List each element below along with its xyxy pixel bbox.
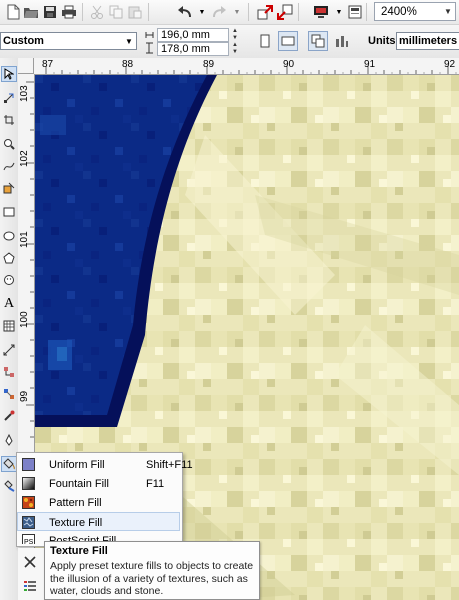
export-icon[interactable] bbox=[276, 3, 294, 21]
toolbar-separator bbox=[298, 3, 299, 21]
ruler-label: 88 bbox=[122, 59, 134, 70]
ruler-label: 92 bbox=[444, 59, 456, 70]
portrait-orientation-icon[interactable] bbox=[255, 31, 275, 51]
chevron-down-icon: ▼ bbox=[444, 7, 452, 16]
save-icon[interactable] bbox=[41, 3, 59, 21]
ellipse-tool-icon[interactable] bbox=[1, 228, 17, 244]
polygon-tool-icon[interactable] bbox=[1, 250, 17, 266]
ruler-label: 91 bbox=[364, 59, 376, 70]
menu-item-texture-fill[interactable]: Texture Fill bbox=[17, 512, 180, 531]
paste-icon[interactable] bbox=[126, 3, 144, 21]
menu-item-fountain-fill[interactable]: Fountain Fill F11 bbox=[18, 474, 179, 493]
menu-item-uniform-fill[interactable]: Uniform Fill Shift+F11 bbox=[18, 455, 193, 474]
interactive-fill-tool-icon[interactable] bbox=[1, 478, 17, 494]
toolbar-separator bbox=[148, 3, 149, 21]
menu-item-pattern-fill[interactable]: Pattern Fill bbox=[18, 493, 179, 512]
height-spinner-icon[interactable]: ▲ ▼ bbox=[230, 42, 240, 56]
tooltip-title: Texture Fill bbox=[50, 545, 108, 557]
dimension-tool-icon[interactable] bbox=[1, 342, 17, 358]
fill-tool-icon[interactable] bbox=[1, 456, 17, 472]
ruler-origin-corner[interactable] bbox=[18, 58, 34, 74]
menu-item-shortcut: Shift+F11 bbox=[146, 459, 193, 471]
standard-toolbar: ▼ ▼ ▼ 2400% ▼ bbox=[0, 0, 459, 25]
no-fill-icon[interactable] bbox=[22, 554, 38, 570]
landscape-orientation-icon[interactable] bbox=[278, 31, 298, 51]
freehand-tool-icon[interactable] bbox=[1, 158, 17, 174]
svg-text:PS: PS bbox=[24, 539, 34, 544]
undo-icon[interactable] bbox=[176, 3, 194, 21]
welcome-screen-icon[interactable] bbox=[346, 3, 364, 21]
page-height-icon bbox=[146, 42, 153, 54]
ruler-label: 103 bbox=[19, 85, 30, 102]
basic-shapes-tool-icon[interactable] bbox=[1, 272, 17, 288]
cut-icon[interactable] bbox=[88, 3, 106, 21]
texture-fill-tooltip: Texture Fill Apply preset texture fills … bbox=[44, 541, 260, 600]
undo-dropdown-icon[interactable]: ▼ bbox=[193, 3, 211, 21]
copy-icon[interactable] bbox=[107, 3, 125, 21]
eyedropper-tool-icon[interactable] bbox=[1, 408, 17, 424]
text-tool-icon[interactable]: A bbox=[1, 296, 17, 312]
open-folder-icon[interactable] bbox=[22, 3, 40, 21]
units-combo[interactable]: millimeters bbox=[396, 32, 459, 50]
all-pages-layout-icon[interactable] bbox=[308, 31, 328, 51]
shape-tool-icon[interactable] bbox=[1, 90, 17, 106]
page-size-preset-value: Custom bbox=[3, 35, 44, 47]
crop-tool-icon[interactable] bbox=[1, 112, 17, 128]
ruler-label: 87 bbox=[42, 59, 54, 70]
ruler-label: 89 bbox=[203, 59, 215, 70]
toolbar-separator bbox=[82, 3, 83, 21]
menu-item-label: Uniform Fill bbox=[49, 459, 105, 471]
page-size-preset-combo[interactable]: Custom ▼ bbox=[0, 32, 137, 50]
rectangle-tool-icon[interactable] bbox=[1, 204, 17, 220]
property-bar: Custom ▼ 196,0 mm ▲ ▼ 178,0 mm ▲ ▼ Units: … bbox=[0, 25, 459, 59]
ruler-label: 101 bbox=[19, 231, 30, 248]
redo-icon[interactable] bbox=[210, 3, 228, 21]
import-icon[interactable] bbox=[256, 3, 274, 21]
width-spinner-icon[interactable]: ▲ ▼ bbox=[230, 28, 240, 42]
ruler-label: 99 bbox=[19, 390, 30, 402]
redo-dropdown-icon[interactable]: ▼ bbox=[228, 3, 246, 21]
fill-flyout-lower-strip bbox=[18, 548, 44, 600]
page-height-field[interactable]: 178,0 mm bbox=[157, 42, 229, 56]
new-document-icon[interactable] bbox=[4, 3, 22, 21]
outline-pen-tool-icon[interactable] bbox=[1, 432, 17, 448]
ruler-label: 90 bbox=[283, 59, 295, 70]
blend-tool-icon[interactable] bbox=[1, 386, 17, 402]
horizontal-ruler[interactable]: 87 88 89 90 91 92 bbox=[18, 58, 459, 75]
zoom-level-combo[interactable]: 2400% ▼ bbox=[374, 2, 456, 21]
ruler-label: 102 bbox=[19, 150, 30, 167]
smart-fill-tool-icon[interactable] bbox=[1, 180, 17, 196]
menu-item-label: Pattern Fill bbox=[49, 497, 102, 509]
connector-tool-icon[interactable] bbox=[1, 364, 17, 380]
menu-item-label: Texture Fill bbox=[49, 517, 103, 529]
menu-item-label: Fountain Fill bbox=[49, 478, 109, 490]
current-page-layout-icon[interactable] bbox=[332, 31, 352, 51]
fill-tool-flyout-menu: Uniform Fill Shift+F11 Fountain Fill F11… bbox=[16, 452, 193, 547]
pattern-fill-icon bbox=[22, 496, 35, 509]
zoom-level-value: 2400% bbox=[381, 5, 417, 18]
menu-item-shortcut: F11 bbox=[146, 478, 165, 490]
application-launcher-icon[interactable] bbox=[312, 3, 330, 21]
page-width-icon bbox=[145, 32, 154, 38]
page-width-field[interactable]: 196,0 mm bbox=[157, 28, 229, 42]
zoom-tool-icon[interactable] bbox=[1, 136, 17, 152]
color-docker-icon[interactable] bbox=[22, 578, 38, 594]
units-label: Units: bbox=[368, 35, 400, 47]
print-icon[interactable] bbox=[60, 3, 78, 21]
ruler-label: 100 bbox=[19, 311, 30, 328]
pick-tool-icon[interactable] bbox=[1, 66, 17, 82]
tooltip-body: Apply preset texture fills to objects to… bbox=[50, 560, 254, 597]
toolbar-separator bbox=[366, 3, 367, 21]
toolbar-separator bbox=[248, 3, 249, 21]
chevron-down-icon: ▼ bbox=[125, 36, 133, 46]
fountain-fill-icon bbox=[22, 477, 35, 490]
texture-fill-icon bbox=[22, 516, 35, 529]
postscript-fill-icon: PS bbox=[22, 534, 35, 544]
uniform-fill-icon bbox=[22, 458, 35, 471]
table-tool-icon[interactable] bbox=[1, 318, 17, 334]
ruler-ticks bbox=[45, 66, 457, 74]
